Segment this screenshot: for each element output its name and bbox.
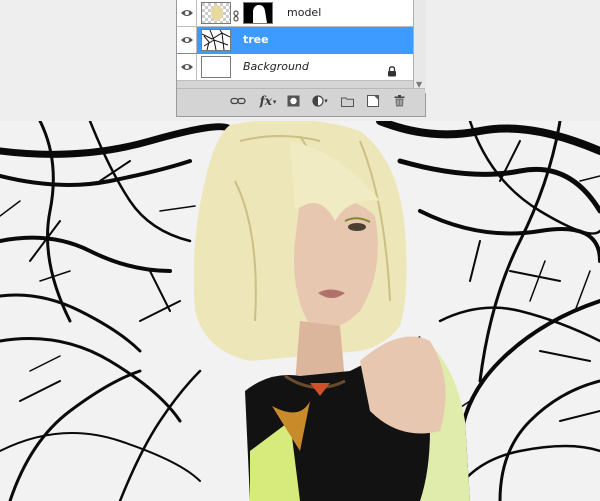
new-layer-icon	[367, 95, 379, 107]
canvas-artwork	[0, 121, 600, 501]
layer-thumbnail-tree	[201, 29, 231, 51]
folder-icon	[340, 97, 354, 107]
eye-icon	[180, 64, 193, 70]
eye-icon	[180, 37, 193, 43]
layer-name-background: Background	[243, 60, 309, 73]
mask-link-icon[interactable]	[233, 7, 239, 26]
visibility-toggle-model[interactable]	[177, 0, 197, 26]
dropdown-arrow-icon: ▾	[324, 97, 328, 105]
new-layer-button[interactable]	[365, 94, 381, 108]
lock-icon	[387, 62, 397, 81]
layers-scrollbar[interactable]: ▼	[413, 0, 426, 93]
eye-icon	[180, 10, 193, 16]
layer-style-button[interactable]: fx ▾	[259, 94, 277, 108]
mask-icon	[287, 95, 299, 107]
add-mask-button[interactable]	[285, 94, 301, 108]
layers-footer-toolbar: fx ▾ ▾	[177, 88, 425, 113]
layer-row-background[interactable]: Background	[177, 54, 413, 81]
layer-mask-thumbnail[interactable]	[243, 2, 273, 24]
visibility-toggle-tree[interactable]	[177, 27, 197, 53]
adjustment-icon	[312, 95, 324, 107]
layer-name-model: model	[287, 6, 322, 19]
delete-layer-button[interactable]	[391, 94, 407, 108]
link-icon	[230, 97, 246, 105]
layer-name-tree: tree	[243, 33, 269, 46]
document-canvas[interactable]	[0, 121, 600, 501]
layer-row-tree[interactable]: tree	[177, 27, 413, 54]
layer-thumbnail-background	[201, 56, 231, 78]
fx-icon: fx	[259, 94, 272, 108]
layer-row-model[interactable]: model	[177, 0, 413, 27]
link-layers-button[interactable]	[229, 94, 247, 108]
layer-thumbnail-model	[201, 2, 231, 24]
new-adjustment-layer-button[interactable]: ▾	[311, 94, 329, 108]
layers-panel: model tree Background ▼ fx ▾ ▾	[176, 0, 426, 117]
new-group-button[interactable]	[339, 94, 355, 108]
visibility-toggle-background[interactable]	[177, 54, 197, 80]
dropdown-arrow-icon: ▾	[272, 96, 277, 106]
trash-icon	[394, 95, 404, 107]
